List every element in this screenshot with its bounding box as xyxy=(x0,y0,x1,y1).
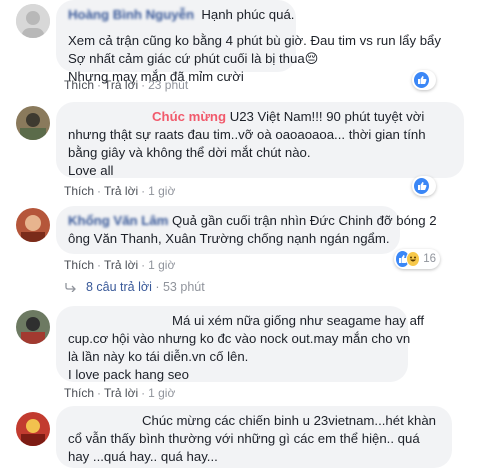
haha-icon xyxy=(406,251,421,267)
comment-text: nhưng thật sự raats đau tim..vỡ oà oaoao… xyxy=(68,127,426,142)
avatar[interactable] xyxy=(16,412,50,446)
replies-time: 53 phút xyxy=(162,280,205,294)
comment-text: Love all xyxy=(68,163,114,178)
comment-actions: Thích · Trả lời · 23 phút xyxy=(64,78,189,92)
comment-bubble: Má ui xém nữa giống như seagame hay aff … xyxy=(56,306,425,382)
comment-bubble: Chúc mừng các chiến binh u 23vietnam...h… xyxy=(56,406,452,468)
reaction-count: 16 xyxy=(423,253,436,265)
comment-text: Má ui xém nữa giống như seagame hay aff xyxy=(172,313,425,328)
avatar[interactable] xyxy=(16,310,50,344)
like-link[interactable]: Thích xyxy=(64,78,94,92)
comment-bubble: Chúc mừng U23 Việt Nam!!! 90 phút tuyệt … xyxy=(56,102,464,178)
comment-text: Hạnh phúc quá. xyxy=(201,7,295,22)
comment-actions: Thích · Trả lời · 1 giờ xyxy=(64,258,176,272)
reaction-badge[interactable]: 16 xyxy=(394,249,440,269)
comment-text: là lần này ko tái diễn.vn cố lên. xyxy=(68,349,249,364)
like-icon xyxy=(414,178,429,194)
comment-actions: Thích · Trả lời · 1 giờ xyxy=(64,386,176,400)
like-icon xyxy=(414,72,429,88)
comment-bubble: Hoàng Bình Nguyễn Hạnh phúc quá. Xem cả … xyxy=(56,0,441,84)
view-replies-link[interactable]: 8 câu trả lời xyxy=(86,280,152,294)
comment-text: Xem cả trận cũng ko bằng 4 phút bù giờ. … xyxy=(68,33,441,48)
comment-text: hay ...quá hay.. quá hay... xyxy=(68,449,218,464)
reaction-badge[interactable] xyxy=(412,176,436,196)
comment-text: I love pack hang seo xyxy=(68,367,189,382)
reply-arrow-icon xyxy=(64,281,78,295)
comment-text: U23 Việt Nam!!! 90 phút tuyệt vời xyxy=(229,109,425,124)
comment-time[interactable]: 1 giờ xyxy=(148,258,175,272)
reply-link[interactable]: Trả lời xyxy=(104,78,138,92)
comment-time[interactable]: 23 phút xyxy=(148,78,188,92)
comment-text: Sợ nhất cảm giác cứ phút cuối là bị thua… xyxy=(68,51,319,66)
comment-time[interactable]: 1 giờ xyxy=(148,386,175,400)
reply-link[interactable]: Trả lời xyxy=(104,386,138,400)
like-link[interactable]: Thích xyxy=(64,258,94,272)
comment-text: Quả gần cuối trận nhìn Đức Chinh đỡ bóng… xyxy=(172,213,437,228)
comment-text: Chúc mừng các chiến binh u 23vietnam...h… xyxy=(142,413,436,428)
comment-time[interactable]: 1 giờ xyxy=(148,184,175,198)
commenter-name[interactable]: Hoàng Bình Nguyễn xyxy=(68,7,194,22)
reply-link[interactable]: Trả lời xyxy=(104,258,138,272)
like-link[interactable]: Thích xyxy=(64,184,94,198)
reaction-badge[interactable] xyxy=(412,70,436,90)
replies-row: 8 câu trả lời · 53 phút xyxy=(64,280,205,295)
comment-text: bằng giây và không thể dời mắt chút nào. xyxy=(68,145,311,160)
comment-text: cup.cơ hội vào nhưng ko đc vào nock out.… xyxy=(68,331,411,346)
avatar[interactable] xyxy=(16,4,50,38)
commenter-name[interactable]: Khổng Văn Lâm xyxy=(68,213,168,228)
comment-bubble: Khổng Văn Lâm Quả gần cuối trận nhìn Đức… xyxy=(56,206,437,254)
avatar[interactable] xyxy=(16,106,50,140)
comment-actions: Thích · Trả lời · 1 giờ xyxy=(64,184,176,198)
like-link[interactable]: Thích xyxy=(64,386,94,400)
highlight-text: Chúc mừng xyxy=(152,109,227,124)
comment-text: cổ vẫn thấy bình thường với những gì các… xyxy=(68,431,420,446)
reply-link[interactable]: Trả lời xyxy=(104,184,138,198)
comment-text: ông Văn Thanh, Xuân Trường chống nạnh ng… xyxy=(68,231,390,246)
avatar[interactable] xyxy=(16,208,50,242)
